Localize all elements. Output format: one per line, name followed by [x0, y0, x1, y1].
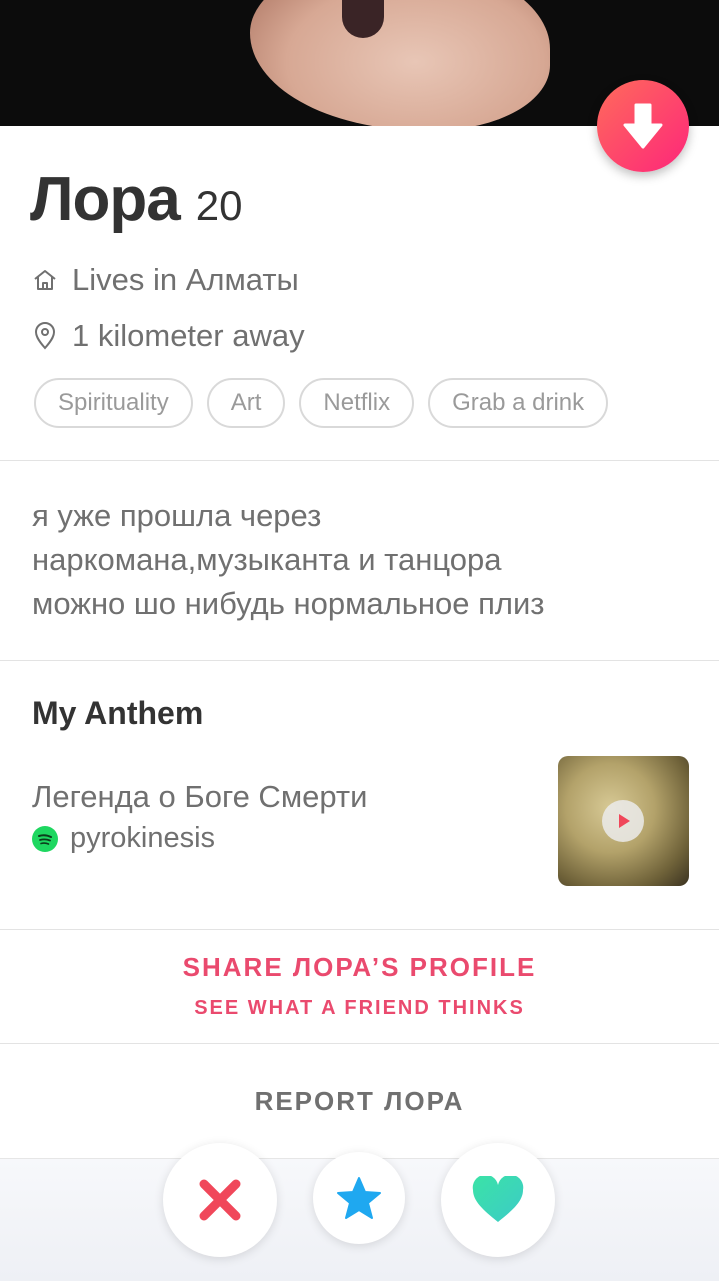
bio-text: я уже прошла через наркомана,музыканта и…: [32, 494, 692, 626]
arrow-down-icon: [623, 103, 663, 149]
anthem-heading: My Anthem: [32, 695, 204, 731]
anthem-artist-row: pyrokinesis: [32, 822, 215, 855]
interest-tag: Art: [206, 378, 286, 428]
lives-in-row: Lives in Алматы: [32, 262, 299, 298]
interest-tag: Netflix: [299, 378, 415, 428]
x-icon: [199, 1179, 241, 1221]
album-art-play-button[interactable]: [558, 756, 689, 886]
collapse-profile-button[interactable]: [597, 80, 689, 172]
distance-text: 1 kilometer away: [72, 318, 305, 353]
anthem-song-title: Легенда о Боге Смерти: [32, 779, 368, 814]
divider: [0, 929, 719, 930]
bio-line: наркомана,музыканта и танцора: [32, 542, 502, 577]
bio-line: я уже прошла через: [32, 498, 322, 533]
super-like-button[interactable]: [313, 1152, 405, 1244]
location-pin-icon: [34, 322, 56, 350]
share-profile-button[interactable]: SHARE ЛОРА’S PROFILE SEE WHAT A FRIEND T…: [0, 952, 719, 1020]
divider: [0, 460, 719, 461]
photo-hand: [250, 0, 550, 126]
play-icon: [602, 800, 644, 842]
report-button[interactable]: REPORT ЛОРА: [0, 1086, 719, 1117]
share-title: SHARE ЛОРА’S PROFILE: [182, 952, 537, 982]
name-age-row: Лора 20: [30, 164, 242, 235]
interest-tags: Spirituality Art Netflix Grab a drink: [34, 378, 609, 428]
star-icon: [337, 1177, 381, 1219]
profile-age: 20: [195, 182, 243, 229]
distance-row: 1 kilometer away: [32, 318, 305, 354]
bio-line: можно шо нибудь нормальное плиз: [32, 586, 545, 621]
spotify-icon: [32, 825, 58, 852]
heart-icon: [472, 1176, 524, 1222]
divider: [0, 1043, 719, 1044]
lives-in-text: Lives in Алматы: [72, 262, 299, 297]
interest-tag: Grab a drink: [428, 378, 609, 428]
profile-name: Лора: [30, 165, 181, 234]
interest-tag: Spirituality: [34, 378, 193, 428]
home-icon: [34, 270, 56, 290]
share-subtitle: SEE WHAT A FRIEND THINKS: [194, 997, 525, 1019]
like-button[interactable]: [441, 1143, 555, 1257]
anthem-artist: pyrokinesis: [70, 822, 216, 854]
divider: [0, 660, 719, 661]
nope-button[interactable]: [163, 1143, 277, 1257]
